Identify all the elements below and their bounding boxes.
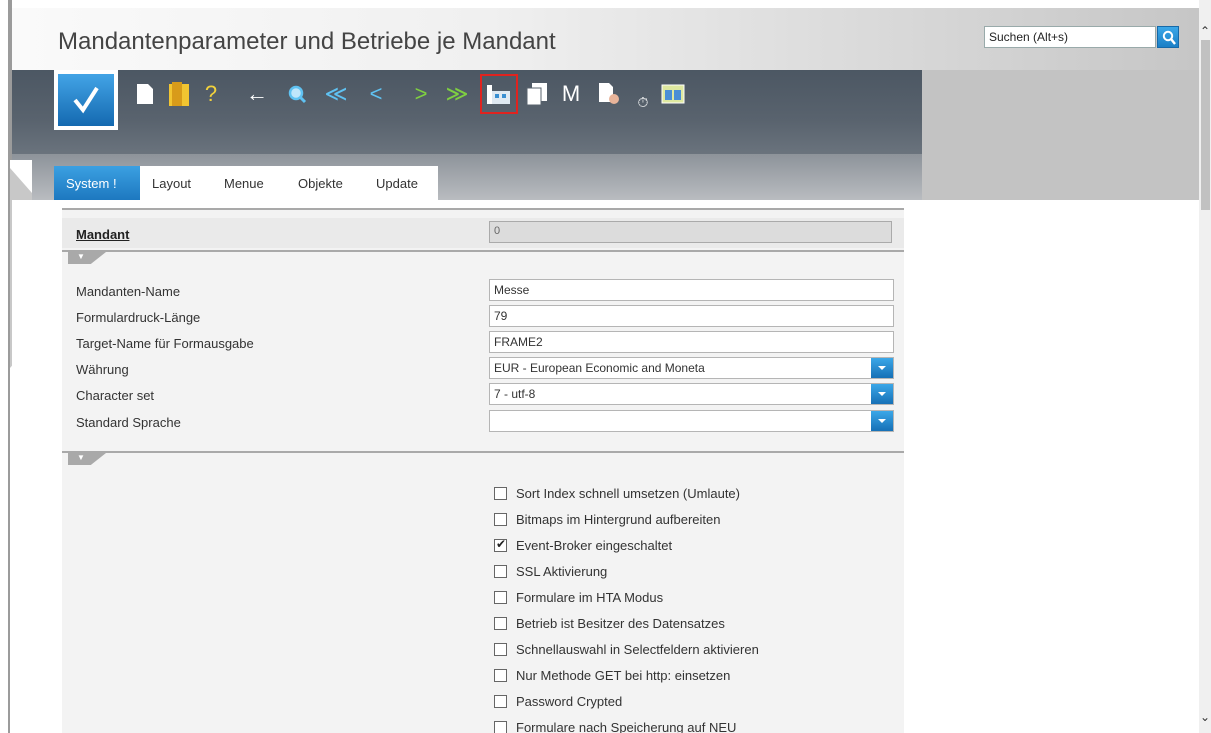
- chevron-down-icon[interactable]: [871, 358, 893, 378]
- checkbox[interactable]: [494, 695, 507, 708]
- next-record-icon[interactable]: >: [408, 80, 434, 108]
- m-mode-icon[interactable]: M: [558, 80, 584, 108]
- checkbox[interactable]: [494, 617, 507, 630]
- first-record-icon[interactable]: ≪: [323, 80, 349, 108]
- open-folder-icon[interactable]: [166, 80, 192, 108]
- back-arrow-icon[interactable]: ←: [244, 80, 270, 108]
- save-check-button[interactable]: [54, 70, 118, 130]
- chevron-down-icon[interactable]: [871, 411, 893, 431]
- toolbar-highlight: [480, 74, 518, 114]
- tab-update[interactable]: Update: [364, 166, 430, 200]
- timer-icon[interactable]: ⏱: [630, 88, 656, 116]
- checkbox[interactable]: [494, 669, 507, 682]
- checkbox-label: Schnellauswahl in Selectfeldern aktivier…: [516, 642, 759, 657]
- checkbox[interactable]: [494, 513, 507, 526]
- waehrung-select[interactable]: EUR - European Economic and Moneta: [489, 357, 894, 379]
- target-name-input[interactable]: FRAME2: [489, 331, 894, 353]
- previous-record-icon[interactable]: <: [363, 80, 389, 108]
- checkmark-icon: [58, 74, 114, 126]
- tab-layout[interactable]: Layout: [140, 166, 204, 200]
- help-icon[interactable]: ?: [198, 80, 224, 108]
- character-set-select[interactable]: 7 - utf-8: [489, 383, 894, 405]
- scrollbar-thumb[interactable]: [1201, 40, 1210, 210]
- tab-menue[interactable]: Menue: [212, 166, 276, 200]
- checkbox-sort-index[interactable]: Sort Index schnell umsetzen (Umlaute): [494, 486, 740, 501]
- standard-sprache-select[interactable]: [489, 410, 894, 432]
- new-document-icon[interactable]: [132, 80, 158, 108]
- checkbox[interactable]: [494, 565, 507, 578]
- checkbox[interactable]: [494, 487, 507, 500]
- checkbox-label: Password Crypted: [516, 694, 623, 709]
- checkbox-ssl[interactable]: SSL Aktivierung: [494, 564, 607, 579]
- waehrung-label: Währung: [76, 362, 129, 377]
- mandant-label[interactable]: Mandant: [76, 227, 129, 242]
- document-hand-icon[interactable]: [596, 80, 622, 108]
- character-set-label: Character set: [76, 388, 155, 403]
- checkbox-betrieb-besitzer[interactable]: Betrieb ist Besitzer des Datensatzes: [494, 616, 725, 631]
- tab-objekte[interactable]: Objekte: [286, 166, 355, 200]
- checkbox-label: Sort Index schnell umsetzen (Umlaute): [516, 486, 740, 501]
- tab-system[interactable]: System !: [54, 166, 140, 200]
- target-name-label: Target-Name für Formausgabe: [76, 336, 254, 351]
- mandant-field: 0: [489, 221, 892, 243]
- header-right-panel: [922, 70, 1199, 200]
- checkbox-label: Formulare nach Speicherung auf NEU: [516, 720, 737, 733]
- standard-sprache-label: Standard Sprache: [76, 415, 181, 430]
- checkbox-label: Event-Broker eingeschaltet: [516, 538, 673, 553]
- checkbox[interactable]: [494, 643, 507, 656]
- character-set-value: 7 - utf-8: [494, 387, 536, 401]
- copy-icon[interactable]: [524, 80, 550, 108]
- scroll-down-icon[interactable]: ⌄: [1199, 710, 1211, 724]
- checkbox-label: Formulare im HTA Modus: [516, 590, 664, 605]
- last-record-icon[interactable]: ≫: [444, 80, 470, 108]
- checkbox-checked[interactable]: [494, 537, 507, 552]
- search-button[interactable]: [1157, 26, 1179, 48]
- page-title: Mandantenparameter und Betriebe je Manda…: [58, 28, 556, 55]
- formulardruck-laenge-label: Formulardruck-Länge: [76, 310, 201, 325]
- checkbox-label: SSL Aktivierung: [516, 564, 608, 579]
- section-divider: [62, 451, 904, 453]
- checkbox-password-crypted[interactable]: Password Crypted: [494, 694, 622, 709]
- mandanten-name-input[interactable]: Messe: [489, 279, 894, 301]
- checkbox-schnellauswahl[interactable]: Schnellauswahl in Selectfeldern aktivier…: [494, 642, 759, 657]
- checkbox-bitmaps[interactable]: Bitmaps im Hintergrund aufbereiten: [494, 512, 721, 527]
- formulardruck-laenge-input[interactable]: 79: [489, 305, 894, 327]
- magnifier-icon: [1162, 30, 1176, 45]
- section-divider: [62, 250, 904, 252]
- table-view-icon[interactable]: [660, 80, 686, 108]
- checkbox-hta[interactable]: Formulare im HTA Modus: [494, 590, 663, 605]
- waehrung-value: EUR - European Economic and Moneta: [494, 361, 705, 375]
- checkbox-label: Bitmaps im Hintergrund aufbereiten: [516, 512, 721, 527]
- search-icon[interactable]: [284, 80, 310, 108]
- scroll-up-icon[interactable]: ⌃: [1199, 24, 1211, 38]
- checkbox-event-broker[interactable]: Event-Broker eingeschaltet: [494, 537, 673, 553]
- search-input[interactable]: [984, 26, 1156, 48]
- mandanten-name-label: Mandanten-Name: [76, 284, 181, 299]
- chevron-down-icon[interactable]: [871, 384, 893, 404]
- checkbox-methode-get[interactable]: Nur Methode GET bei http: einsetzen: [494, 668, 730, 683]
- checkbox-label: Betrieb ist Besitzer des Datensatzes: [516, 616, 725, 631]
- checkbox-label: Nur Methode GET bei http: einsetzen: [516, 668, 731, 683]
- checkbox-formulare-neu[interactable]: Formulare nach Speicherung auf NEU: [494, 720, 736, 733]
- checkbox[interactable]: [494, 591, 507, 604]
- checkbox[interactable]: [494, 721, 507, 733]
